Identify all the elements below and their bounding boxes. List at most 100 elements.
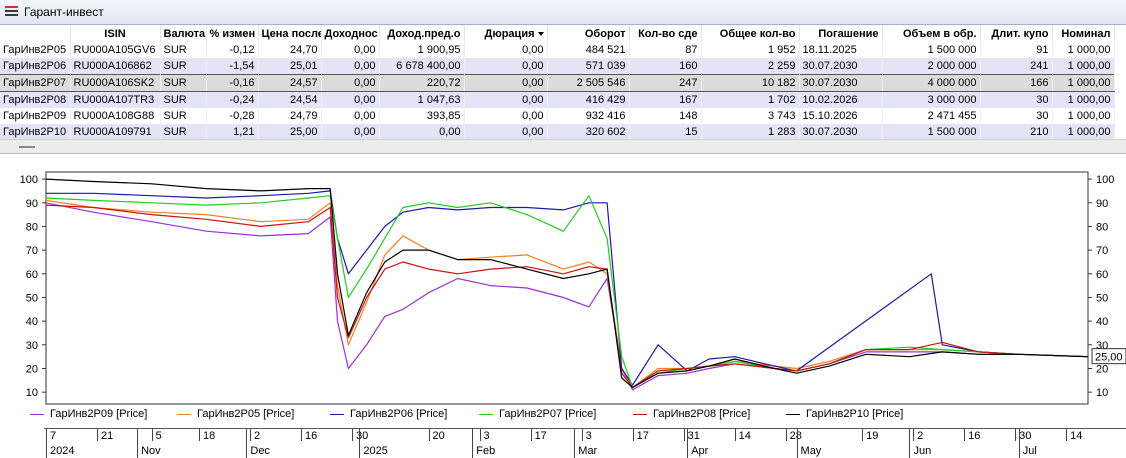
day-tick	[1066, 429, 1068, 441]
column-header-volume[interactable]: Объем в обр.	[882, 25, 981, 42]
column-header-name[interactable]	[0, 25, 71, 42]
pane-splitter[interactable]	[0, 139, 1126, 154]
legend-item-5[interactable]: ГарИнв2P08 [Price]	[633, 408, 750, 420]
month-tick	[137, 429, 139, 458]
column-header-nominal[interactable]: Номинал	[1052, 25, 1115, 42]
cell-coupon-length: 30	[980, 91, 1053, 108]
cell-prev-income: 393,85	[379, 108, 465, 124]
day-tick	[151, 429, 153, 441]
column-header-isin[interactable]: ISIN	[70, 25, 161, 42]
cell-coupon-length: 241	[980, 58, 1053, 75]
day-tick	[199, 429, 201, 441]
day-tick	[862, 429, 864, 441]
column-header-maturity[interactable]: Погашение	[799, 25, 883, 42]
legend-swatch	[330, 413, 344, 415]
cell-coupon-length: 30	[980, 108, 1053, 124]
month-tick	[687, 429, 689, 458]
legend-swatch	[633, 413, 647, 415]
table-header-row: ISIN Валюта % измен Цена после Доходнос …	[0, 25, 1115, 42]
cell-deals: 160	[629, 58, 702, 75]
cell-currency: SUR	[160, 108, 207, 124]
last-value-label: 25,00	[1095, 352, 1123, 364]
day-tick-label: 5	[155, 430, 162, 442]
cell-currency: SUR	[160, 124, 207, 140]
cell-change: -0,16	[206, 74, 259, 92]
y-tick-label-right: 20	[1096, 363, 1108, 375]
day-tick-label: 14	[738, 430, 751, 442]
cell-duration: 0,00	[464, 42, 548, 58]
cell-maturity: 30.07.2030	[799, 58, 883, 75]
column-header-last-price[interactable]: Цена после	[258, 25, 322, 42]
column-header-coupon-length[interactable]: Длит. купо	[980, 25, 1053, 42]
table-row[interactable]: ГарИнв2P08 RU000A107TR3 SUR -0,24 24,54 0,00 1…	[0, 91, 1115, 108]
column-header-change[interactable]: % измен	[206, 25, 259, 42]
column-header-yield[interactable]: Доходнос	[321, 25, 380, 42]
y-tick-label-left: 40	[26, 316, 38, 328]
month-tick-label: Apr	[691, 445, 709, 457]
table-row[interactable]: ГарИнв2P05 RU000A105GV6 SUR -0,12 24,70 0,00 1…	[0, 42, 1115, 58]
table-row[interactable]: ГарИнв2P07 RU000A106SK2 SUR -0,16 24,57 0,00 2…	[0, 74, 1115, 92]
table-row[interactable]: ГарИнв2P09 RU000A108G88 SUR -0,28 24,79 0,00 3…	[0, 108, 1115, 124]
legend-label: ГарИнв2P07 [Price]	[499, 408, 597, 420]
y-tick-label-right: 70	[1096, 245, 1108, 257]
cell-coupon-length: 166	[980, 74, 1053, 92]
column-header-currency[interactable]: Валюта	[160, 25, 207, 42]
cell-last-price: 24,79	[258, 108, 322, 124]
day-tick	[530, 429, 532, 441]
cell-duration: 0,00	[464, 91, 548, 108]
month-tick	[796, 429, 798, 458]
cell-total-qty: 3 743	[701, 108, 800, 124]
plot-area[interactable]	[45, 171, 1089, 405]
cell-coupon-length: 210	[980, 124, 1053, 140]
column-header-prev-income[interactable]: Доход.пред.о	[379, 25, 465, 42]
cell-deals: 15	[629, 124, 702, 140]
cell-currency: SUR	[160, 91, 207, 108]
cell-name: ГарИнв2P09	[0, 108, 71, 124]
legend-item-6[interactable]: ГарИнв2P10 [Price]	[786, 408, 903, 420]
cell-last-price: 25,01	[258, 58, 322, 75]
cell-last-price: 24,54	[258, 91, 322, 108]
month-tick	[246, 429, 248, 458]
time-axis[interactable]: 72151821630203173173114281921630142024No…	[44, 428, 1126, 458]
splitter-grip-icon[interactable]	[19, 146, 35, 148]
legend-item-1[interactable]: ГарИнв2P09 [Price]	[30, 408, 147, 420]
cell-maturity: 10.02.2026	[799, 91, 883, 108]
day-tick-label: 30	[1019, 430, 1032, 442]
cell-change: -0,12	[206, 42, 259, 58]
table-row[interactable]: ГарИнв2P10 RU000A109791 SUR 1,21 25,00 0,00 0,…	[0, 124, 1115, 140]
y-tick-label-right: 10	[1096, 387, 1108, 399]
column-header-total-qty[interactable]: Общее кол-во	[701, 25, 800, 42]
cell-change: 1,21	[206, 124, 259, 140]
cell-total-qty: 1 952	[701, 42, 800, 58]
y-tick-label-right: 60	[1096, 269, 1108, 281]
cell-volume: 1 500 000	[882, 42, 981, 58]
cell-nominal: 1 000,00	[1052, 108, 1115, 124]
cell-coupon-length: 91	[980, 42, 1053, 58]
cell-yield: 0,00	[321, 124, 380, 140]
column-header-duration[interactable]: Дюрация	[464, 25, 548, 42]
cell-name: ГарИнв2P07	[0, 74, 71, 92]
menu-list-icon[interactable]	[5, 6, 18, 17]
legend-item-2[interactable]: ГарИнв2P05 [Price]	[177, 408, 294, 420]
column-header-deals[interactable]: Кол-во сде	[629, 25, 702, 42]
column-header-turnover[interactable]: Оборот	[547, 25, 630, 42]
legend-swatch	[479, 413, 493, 415]
sort-desc-icon	[537, 31, 544, 36]
cell-name: ГарИнв2P10	[0, 124, 71, 140]
month-tick	[359, 429, 361, 458]
cell-volume: 2 000 000	[882, 58, 981, 75]
day-tick	[964, 429, 966, 441]
window-title: Гарант-инвест	[24, 5, 104, 19]
bonds-table: ISIN Валюта % измен Цена после Доходнос …	[0, 25, 1126, 140]
legend-item-4[interactable]: ГарИнв2P07 [Price]	[479, 408, 596, 420]
legend-item-3[interactable]: ГарИнв2P06 [Price]	[330, 408, 447, 420]
month-tick-label: 2025	[363, 445, 388, 457]
y-tick-label-left: 90	[26, 198, 38, 210]
day-tick-label: 3	[585, 430, 592, 442]
cell-deals: 247	[629, 74, 702, 92]
cell-nominal: 1 000,00	[1052, 124, 1115, 140]
cell-maturity: 30.07.2030	[799, 74, 883, 92]
cell-deals: 87	[629, 42, 702, 58]
cell-isin: RU000A108G88	[70, 108, 161, 124]
table-row[interactable]: ГарИнв2P06 RU000A106862 SUR -1,54 25,01 0,00 6…	[0, 58, 1115, 75]
